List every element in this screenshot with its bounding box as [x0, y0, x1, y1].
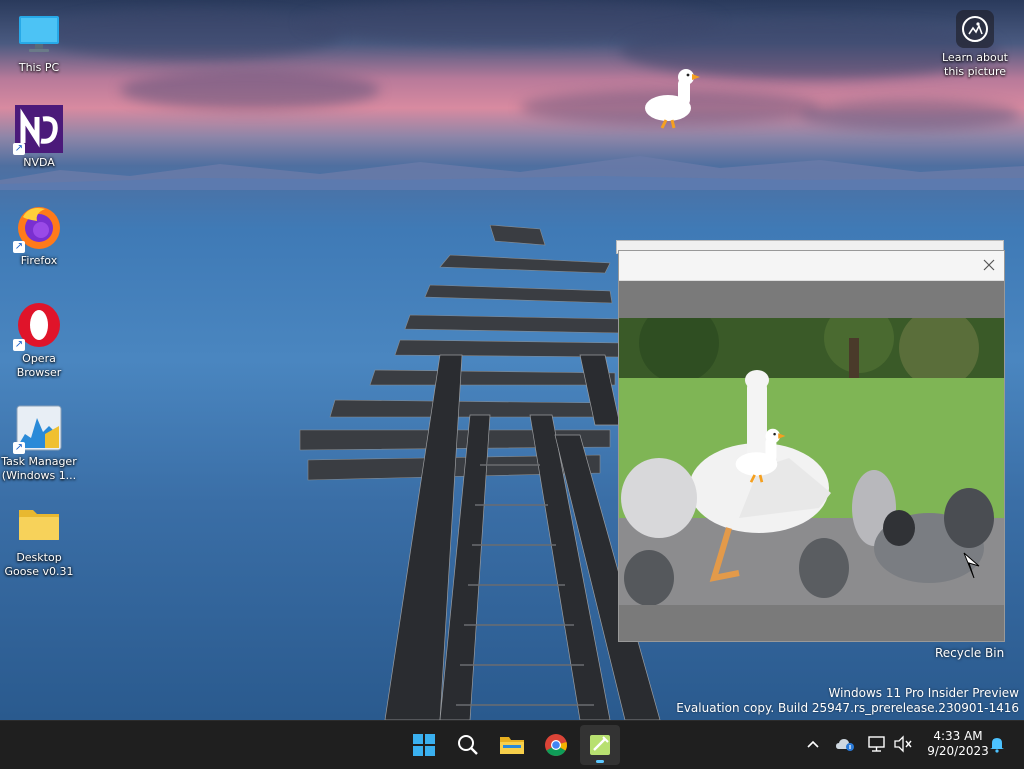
start-button[interactable] — [404, 725, 444, 765]
recycle-bin-label[interactable]: Recycle Bin — [935, 646, 1004, 660]
volume-button[interactable] — [892, 733, 914, 755]
desktop-icon-label: Task Manager (Windows 1... — [1, 455, 77, 482]
windows-watermark: Windows 11 Pro Insider Preview Evaluatio… — [676, 686, 1019, 715]
shortcut-arrow-icon: ↗ — [13, 241, 25, 253]
goose-icon[interactable] — [640, 66, 706, 130]
desktop-icon-label: Desktop Goose v0.31 — [4, 551, 74, 578]
notepad-icon — [590, 735, 610, 755]
network-button[interactable] — [866, 733, 888, 755]
notifications-button[interactable] — [986, 733, 1008, 755]
goose-icon[interactable] — [731, 426, 791, 484]
pier-image — [299, 225, 661, 720]
learn-about-picture[interactable]: Learn about this picture — [936, 10, 1014, 79]
shortcut-arrow-icon: ↗ — [13, 442, 25, 454]
firefox-icon: ↗ — [13, 203, 63, 253]
close-icon[interactable] — [980, 256, 998, 274]
notepad-button[interactable] — [580, 725, 620, 765]
active-indicator — [596, 760, 604, 763]
mountains — [0, 156, 1024, 190]
shortcut-arrow-icon: ↗ — [13, 339, 25, 351]
notification-bell-icon — [990, 738, 1004, 753]
nvda-icon: ↗ — [13, 105, 63, 155]
volume-muted-icon — [894, 735, 912, 753]
onedrive-icon — [836, 739, 854, 751]
desktop-icon-label: NVDA — [23, 156, 55, 169]
desktop-icon-nvda[interactable]: ↗ NVDA — [0, 105, 78, 170]
desktop-icon-label: Opera Browser — [16, 352, 62, 379]
folder-icon — [15, 500, 63, 548]
chevron-up-icon — [807, 740, 819, 748]
goose-video-window[interactable] — [618, 250, 1005, 642]
desktop-icon-desktop-goose[interactable]: Desktop Goose v0.31 — [0, 500, 78, 579]
file-explorer-button[interactable] — [492, 725, 532, 765]
taskbar: 4:33 AM 9/20/2023 — [0, 720, 1024, 769]
desktop-icon-label: Firefox — [20, 254, 58, 267]
desktop-icon-this-pc[interactable]: This PC — [0, 10, 78, 75]
search-icon — [458, 735, 478, 755]
learn-about-label: Learn about this picture — [942, 51, 1008, 78]
show-hidden-icons-button[interactable] — [802, 733, 824, 755]
chrome-button[interactable] — [536, 725, 576, 765]
desktop-icon-firefox[interactable]: ↗ Firefox — [0, 203, 78, 268]
task-manager-icon: ↗ — [13, 404, 63, 454]
network-icon — [868, 736, 885, 752]
search-button[interactable] — [448, 725, 488, 765]
shortcut-arrow-icon: ↗ — [13, 143, 25, 155]
goose-video-frame — [619, 318, 1004, 605]
desktop-icon-task-manager[interactable]: ↗ Task Manager (Windows 1... — [0, 404, 78, 483]
window-title-bar[interactable] — [619, 251, 1004, 281]
windows-logo-icon — [413, 734, 435, 756]
desktop-icon-label: This PC — [18, 61, 60, 74]
monitor-icon — [15, 10, 63, 58]
camera-icon — [956, 10, 994, 48]
folder-icon — [500, 737, 524, 754]
onedrive-button[interactable] — [834, 733, 856, 755]
chrome-icon — [545, 734, 567, 756]
desktop[interactable]: This PC ↗ NVDA ↗ Firefox ↗ Opera Browser … — [0, 0, 1024, 720]
opera-icon: ↗ — [13, 301, 63, 351]
desktop-icon-opera[interactable]: ↗ Opera Browser — [0, 301, 78, 380]
